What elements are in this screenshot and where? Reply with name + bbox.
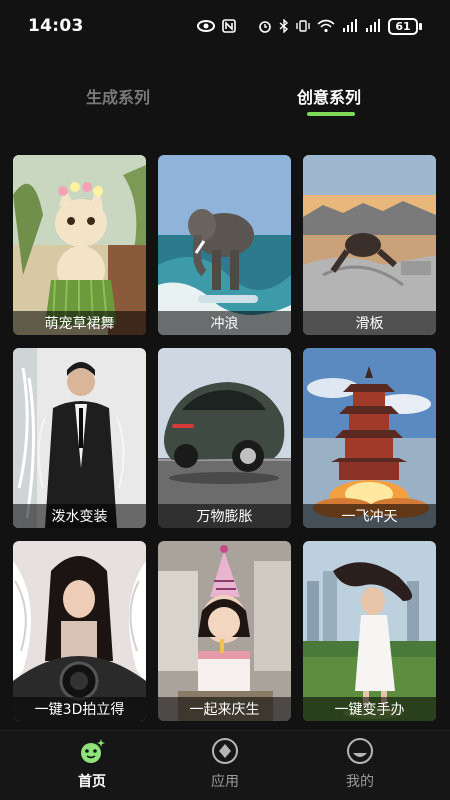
battery-indicator: 61 [388, 17, 422, 35]
active-tab-indicator [307, 112, 355, 116]
profile-icon [347, 738, 373, 764]
status-bar: 14:03 61 [0, 0, 450, 52]
apps-icon [212, 738, 238, 764]
battery-level: 61 [388, 17, 418, 35]
card-thumbnail [158, 155, 291, 335]
status-time: 14:03 [28, 16, 84, 36]
card-label: 萌宠草裙舞 [13, 311, 146, 335]
card-label: 一键变手办 [303, 697, 436, 721]
nav-profile[interactable]: 我的 [330, 737, 390, 791]
effect-card[interactable]: 一起来庆生 [158, 541, 291, 721]
effect-card[interactable]: 萌宠草裙舞 [13, 155, 146, 335]
card-label: 一键3D拍立得 [13, 697, 146, 721]
alarm-icon [259, 21, 271, 33]
nav-label-profile: 我的 [346, 774, 374, 790]
card-thumbnail [303, 541, 436, 721]
effect-card[interactable]: 泼水变装 [13, 348, 146, 528]
series-tabs: 生成系列 创意系列 [0, 76, 450, 124]
card-label: 万物膨胀 [158, 504, 291, 528]
card-thumbnail [13, 155, 146, 335]
card-label: 一起来庆生 [158, 697, 291, 721]
effect-card[interactable]: 一键3D拍立得 [13, 541, 146, 721]
card-thumbnail [158, 348, 291, 528]
card-thumbnail [158, 541, 291, 721]
status-icons: 61 [197, 17, 422, 35]
card-label: 滑板 [303, 311, 436, 335]
card-label: 泼水变装 [13, 504, 146, 528]
signal-icon [343, 19, 357, 32]
card-label: 一飞冲天 [303, 504, 436, 528]
nav-label-apps: 应用 [211, 774, 239, 790]
bottom-nav: 首页 应用 我的 [0, 730, 450, 800]
card-thumbnail [13, 348, 146, 528]
eye-icon [197, 20, 215, 32]
nav-apps[interactable]: 应用 [195, 737, 255, 791]
wifi-icon [317, 19, 335, 33]
effect-card[interactable]: 万物膨胀 [158, 348, 291, 528]
nav-home[interactable]: 首页 [62, 737, 122, 791]
tab-creative-series[interactable]: 创意系列 [297, 84, 361, 108]
vibrate-icon [296, 20, 310, 32]
effect-card[interactable]: 一飞冲天 [303, 348, 436, 528]
card-thumbnail [303, 155, 436, 335]
nav-label-home: 首页 [78, 774, 106, 790]
effect-card[interactable]: 滑板 [303, 155, 436, 335]
effect-card[interactable]: 一键变手办 [303, 541, 436, 721]
bluetooth-icon [279, 19, 289, 33]
home-icon [81, 739, 105, 763]
card-thumbnail [303, 348, 436, 528]
nfc-icon [222, 19, 236, 33]
card-thumbnail [13, 541, 146, 721]
effect-card[interactable]: 冲浪 [158, 155, 291, 335]
card-label: 冲浪 [158, 311, 291, 335]
signal-icon [366, 19, 380, 32]
tab-generate-series[interactable]: 生成系列 [86, 84, 150, 108]
